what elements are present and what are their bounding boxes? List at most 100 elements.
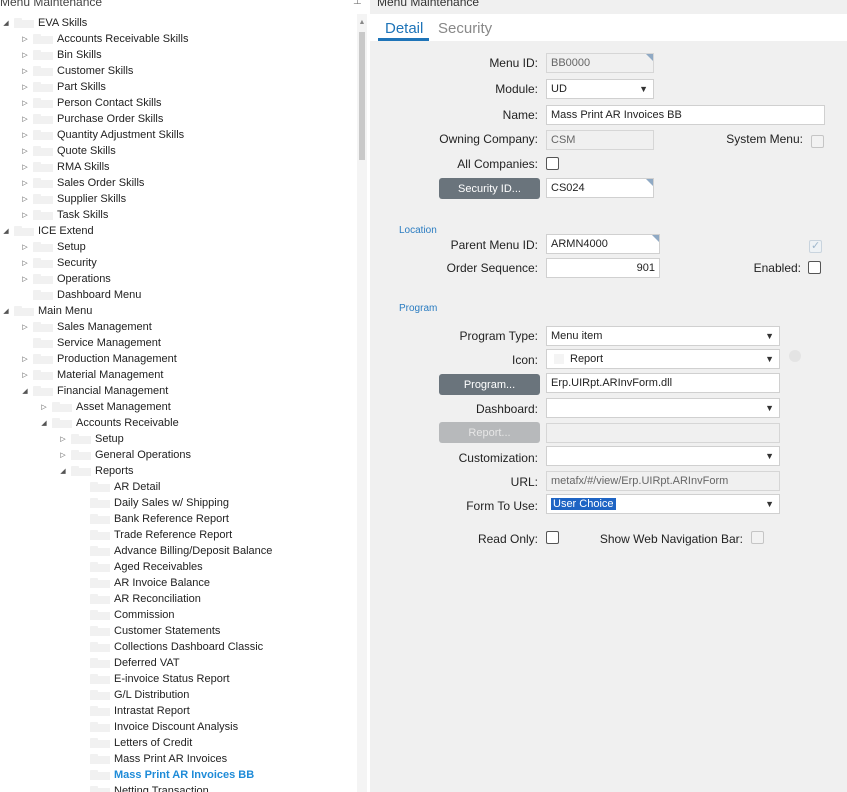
- expanded-triangle-icon[interactable]: ◢: [19, 383, 31, 399]
- read-only-checkbox[interactable]: [546, 531, 559, 544]
- tree-item[interactable]: ▷ Security: [19, 255, 96, 271]
- tree-item[interactable]: ▷ Setup: [19, 239, 85, 255]
- enabled-checkbox[interactable]: [808, 261, 821, 274]
- tree-item[interactable]: ▷ Material Management: [19, 367, 163, 383]
- tree-item[interactable]: Daily Sales w/ Shipping: [76, 495, 229, 511]
- icon-select[interactable]: Report ▼: [546, 349, 780, 369]
- collapsed-triangle-icon[interactable]: ▷: [38, 399, 50, 415]
- parent-menu-id-field[interactable]: ARMN4000: [546, 234, 660, 254]
- all-companies-checkbox[interactable]: [546, 157, 559, 170]
- tree-item[interactable]: Trade Reference Report: [76, 527, 232, 543]
- customization-select[interactable]: ▼: [546, 446, 780, 466]
- name-field[interactable]: Mass Print AR Invoices BB: [546, 105, 825, 125]
- tree-item[interactable]: ▷ Part Skills: [19, 79, 106, 95]
- tree-item[interactable]: Aged Receivables: [76, 559, 203, 575]
- tree-item[interactable]: Mass Print AR Invoices BB: [76, 767, 254, 783]
- tree-item[interactable]: ▷ Operations: [19, 271, 111, 287]
- tree-item[interactable]: ◢ EVA Skills: [0, 15, 87, 31]
- program-field[interactable]: Erp.UIRpt.ARInvForm.dll: [546, 373, 780, 393]
- module-select[interactable]: UD ▼: [546, 79, 654, 99]
- tree-scrollbar[interactable]: ▲: [357, 14, 367, 792]
- collapsed-triangle-icon[interactable]: ▷: [19, 127, 31, 143]
- collapsed-triangle-icon[interactable]: ▷: [19, 63, 31, 79]
- tree-item[interactable]: AR Reconciliation: [76, 591, 201, 607]
- tree-item[interactable]: G/L Distribution: [76, 687, 189, 703]
- tree-item[interactable]: ▷ Bin Skills: [19, 47, 101, 63]
- tree-item[interactable]: ▷ Purchase Order Skills: [19, 111, 163, 127]
- expanded-triangle-icon[interactable]: ◢: [0, 15, 12, 31]
- tree-item[interactable]: Collections Dashboard Classic: [76, 639, 263, 655]
- tree-item[interactable]: ▷ Asset Management: [38, 399, 170, 415]
- collapsed-triangle-icon[interactable]: ▷: [19, 79, 31, 95]
- collapsed-triangle-icon[interactable]: ▷: [19, 175, 31, 191]
- collapsed-triangle-icon[interactable]: ▷: [19, 95, 31, 111]
- report-button[interactable]: Report...: [439, 422, 540, 443]
- tree-item[interactable]: Mass Print AR Invoices: [76, 751, 227, 767]
- tree-item[interactable]: Service Management: [19, 335, 161, 351]
- collapsed-triangle-icon[interactable]: ▷: [19, 143, 31, 159]
- tree-item[interactable]: ▷ Task Skills: [19, 207, 108, 223]
- tree-item[interactable]: Intrastat Report: [76, 703, 190, 719]
- tree-item[interactable]: ▷ Quote Skills: [19, 143, 115, 159]
- system-menu-checkbox[interactable]: [811, 135, 824, 148]
- tree-item[interactable]: ▷ Customer Skills: [19, 63, 133, 79]
- url-field[interactable]: metafx/#/view/Erp.UIRpt.ARInvForm: [546, 471, 780, 491]
- collapsed-triangle-icon[interactable]: ▷: [19, 239, 31, 255]
- collapsed-triangle-icon[interactable]: ▷: [19, 367, 31, 383]
- chevron-down-icon[interactable]: ▼: [639, 84, 648, 94]
- report-field[interactable]: [546, 423, 780, 443]
- tree-item[interactable]: ▷ Supplier Skills: [19, 191, 126, 207]
- tree-item[interactable]: ▷ Setup: [57, 431, 123, 447]
- tree-item[interactable]: ◢ Main Menu: [0, 303, 92, 319]
- tree-item[interactable]: ▷ Accounts Receivable Skills: [19, 31, 188, 47]
- program-button[interactable]: Program...: [439, 374, 540, 395]
- chevron-down-icon[interactable]: ▼: [765, 331, 774, 341]
- collapsed-triangle-icon[interactable]: ▷: [19, 111, 31, 127]
- expanded-triangle-icon[interactable]: ◢: [38, 415, 50, 431]
- security-id-field[interactable]: CS024: [546, 178, 654, 198]
- dashboard-select[interactable]: ▼: [546, 398, 780, 418]
- tree-item[interactable]: Advance Billing/Deposit Balance: [76, 543, 272, 559]
- show-web-nav-checkbox[interactable]: [751, 531, 764, 544]
- tree-item[interactable]: ◢ Accounts Receivable: [38, 415, 178, 431]
- tree-item[interactable]: Invoice Discount Analysis: [76, 719, 238, 735]
- tree-item[interactable]: Commission: [76, 607, 175, 623]
- collapsed-triangle-icon[interactable]: ▷: [19, 271, 31, 287]
- tree-item[interactable]: AR Detail: [76, 479, 160, 495]
- tree-item[interactable]: ◢ ICE Extend: [0, 223, 93, 239]
- tree-item[interactable]: AR Invoice Balance: [76, 575, 210, 591]
- collapsed-triangle-icon[interactable]: ▷: [19, 159, 31, 175]
- form-to-use-select[interactable]: User Choice ▼: [546, 494, 780, 514]
- collapsed-triangle-icon[interactable]: ▷: [19, 191, 31, 207]
- tree-item[interactable]: Customer Statements: [76, 623, 220, 639]
- collapsed-triangle-icon[interactable]: ▷: [19, 255, 31, 271]
- expanded-triangle-icon[interactable]: ◢: [0, 223, 12, 239]
- tree-item[interactable]: ◢ Financial Management: [19, 383, 168, 399]
- security-id-button[interactable]: Security ID...: [439, 178, 540, 199]
- collapsed-triangle-icon[interactable]: ▷: [57, 431, 69, 447]
- pin-icon[interactable]: ⊥: [353, 0, 362, 7]
- tab-security[interactable]: Security: [438, 20, 492, 41]
- collapsed-triangle-icon[interactable]: ▷: [19, 31, 31, 47]
- tree-item[interactable]: Netting Transaction: [76, 783, 209, 792]
- tree-item[interactable]: Bank Reference Report: [76, 511, 229, 527]
- tree-item[interactable]: ▷ Person Contact Skills: [19, 95, 161, 111]
- tree-item[interactable]: ◢ Reports: [57, 463, 133, 479]
- expanded-triangle-icon[interactable]: ◢: [57, 463, 69, 479]
- tree-item[interactable]: Letters of Credit: [76, 735, 192, 751]
- owning-company-field[interactable]: CSM: [546, 130, 654, 150]
- tree-item[interactable]: ▷ General Operations: [57, 447, 191, 463]
- tree-item[interactable]: ▷ RMA Skills: [19, 159, 109, 175]
- collapsed-triangle-icon[interactable]: ▷: [19, 319, 31, 335]
- location-checkbox[interactable]: [809, 239, 822, 253]
- tree-item[interactable]: ▷ Quantity Adjustment Skills: [19, 127, 184, 143]
- tree-item[interactable]: Dashboard Menu: [19, 287, 141, 303]
- chevron-down-icon[interactable]: ▼: [765, 403, 774, 413]
- tree-item[interactable]: ▷ Sales Order Skills: [19, 175, 144, 191]
- collapsed-triangle-icon[interactable]: ▷: [19, 47, 31, 63]
- collapsed-triangle-icon[interactable]: ▷: [19, 207, 31, 223]
- tree-item[interactable]: Deferred VAT: [76, 655, 180, 671]
- tree-item[interactable]: ▷ Sales Management: [19, 319, 151, 335]
- program-type-select[interactable]: Menu item ▼: [546, 326, 780, 346]
- chevron-down-icon[interactable]: ▼: [765, 499, 774, 509]
